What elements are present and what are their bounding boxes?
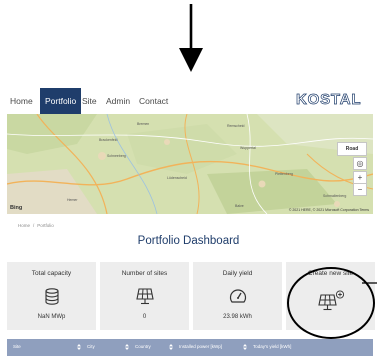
column-header-city[interactable]: City (87, 344, 95, 349)
pointer-line-annotation (362, 282, 377, 284)
nav-contact[interactable]: Contact (139, 88, 168, 114)
map-locate-icon[interactable]: ◎ (353, 157, 367, 170)
card-title: Daily yield (222, 270, 253, 277)
down-arrow-annotation (179, 4, 203, 72)
map-place-label: Brackenfeld (99, 138, 118, 142)
map-place-label: Balve (235, 204, 244, 208)
nav-home[interactable]: Home (10, 88, 33, 114)
map-copyright[interactable]: © 2021 HERE, © 2021 Microsoft Corporatio… (289, 208, 369, 212)
sort-icon[interactable] (243, 344, 247, 350)
map-place-label: Schmallenberg (323, 194, 347, 198)
map-place-label: Lüdenscheid (167, 176, 187, 180)
column-header-installed-power[interactable]: Installed power [kWp] (179, 344, 222, 349)
map-place-label: Remscheid (227, 124, 245, 128)
card-number-of-sites: Number of sites 0 (100, 262, 189, 330)
card-daily-yield: Daily yield 23.98 kWh (193, 262, 282, 330)
column-header-site[interactable]: Site (13, 344, 21, 349)
card-title: Total capacity (31, 270, 72, 277)
map-place-label: Bremen (137, 122, 150, 126)
card-total-capacity: Total capacity NaN MWp (7, 262, 96, 330)
column-header-country[interactable]: Country (135, 344, 151, 349)
map-place-label: Plettenberg (275, 172, 293, 176)
nav-admin[interactable]: Admin (106, 88, 130, 114)
card-title: Number of sites (121, 270, 168, 277)
page-title: Portfolio Dashboard (137, 235, 240, 247)
kostal-logo[interactable]: KOSTAL (296, 91, 361, 109)
map-road-button[interactable]: Road (337, 142, 367, 156)
sort-icon[interactable] (169, 344, 173, 350)
sites-table-header: Site City Country Installed power [kWp] … (7, 339, 373, 356)
map-terrain (7, 114, 373, 214)
sort-icon[interactable] (125, 344, 129, 350)
sites-map[interactable]: Brackenfeld Bremen Remscheid Schneeberg … (7, 114, 373, 214)
map-place-label: Hemer (67, 198, 78, 202)
map-zoom-out-button[interactable]: − (353, 183, 367, 196)
breadcrumb-separator: / (33, 223, 35, 228)
bing-logo: Bing (10, 205, 23, 211)
database-icon (44, 288, 59, 305)
card-value: NaN MWp (37, 314, 66, 320)
map-place-label: Schneeberg (107, 154, 126, 158)
nav-portfolio[interactable]: Portfolio (40, 88, 82, 114)
breadcrumb-current: Portfolio (37, 223, 54, 228)
card-value: 0 (142, 314, 147, 320)
card-value: 23.98 kWh (223, 314, 252, 320)
solar-panel-icon (135, 288, 154, 305)
breadcrumb: Home / Portfolio (18, 223, 54, 228)
map-place-label: Wuppertal (240, 146, 256, 150)
column-header-todays-yield[interactable]: Today's yield [kWh] (253, 344, 291, 349)
breadcrumb-home[interactable]: Home (18, 223, 30, 228)
nav-site[interactable]: Site (82, 88, 97, 114)
page: Home Portfolio Site Admin Contact KOSTAL (0, 0, 377, 356)
sort-icon[interactable] (77, 344, 81, 350)
gauge-icon (229, 289, 246, 303)
highlight-circle-annotation (287, 267, 375, 339)
